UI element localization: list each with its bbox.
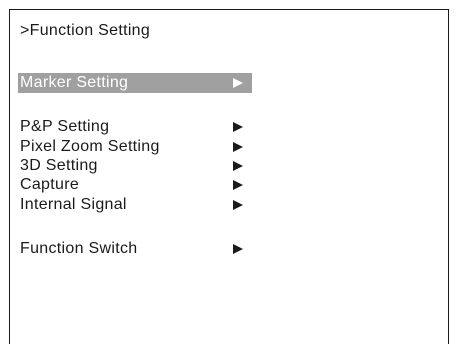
right-arrow-icon xyxy=(233,142,243,152)
menu-item-label: Function Switch xyxy=(20,240,138,257)
menu-item-pixel-zoom-setting[interactable]: Pixel Zoom Setting xyxy=(20,138,250,156)
menu-item-label: Capture xyxy=(20,176,80,193)
menu-item-label: P&P Setting xyxy=(20,118,110,135)
menu-item-internal-signal[interactable]: Internal Signal xyxy=(20,196,250,214)
menu-title: >Function Setting xyxy=(20,22,151,39)
right-arrow-icon xyxy=(233,161,243,171)
right-arrow-icon xyxy=(233,244,243,254)
menu-item-label: Pixel Zoom Setting xyxy=(20,138,160,155)
right-arrow-icon xyxy=(233,78,243,88)
menu-item-3d-setting[interactable]: 3D Setting xyxy=(20,157,250,175)
menu-item-label: 3D Setting xyxy=(20,157,98,174)
menu-item-function-switch[interactable]: Function Switch xyxy=(20,240,250,258)
right-arrow-icon xyxy=(233,180,243,190)
right-arrow-icon xyxy=(233,122,243,132)
menu-item-pp-setting[interactable]: P&P Setting xyxy=(20,118,250,136)
menu-item-marker-setting[interactable]: Marker Setting xyxy=(18,73,252,93)
menu-item-capture[interactable]: Capture xyxy=(20,176,250,194)
right-arrow-icon xyxy=(233,200,243,210)
menu-item-label: Internal Signal xyxy=(20,196,127,213)
menu-item-label: Marker Setting xyxy=(20,74,129,91)
